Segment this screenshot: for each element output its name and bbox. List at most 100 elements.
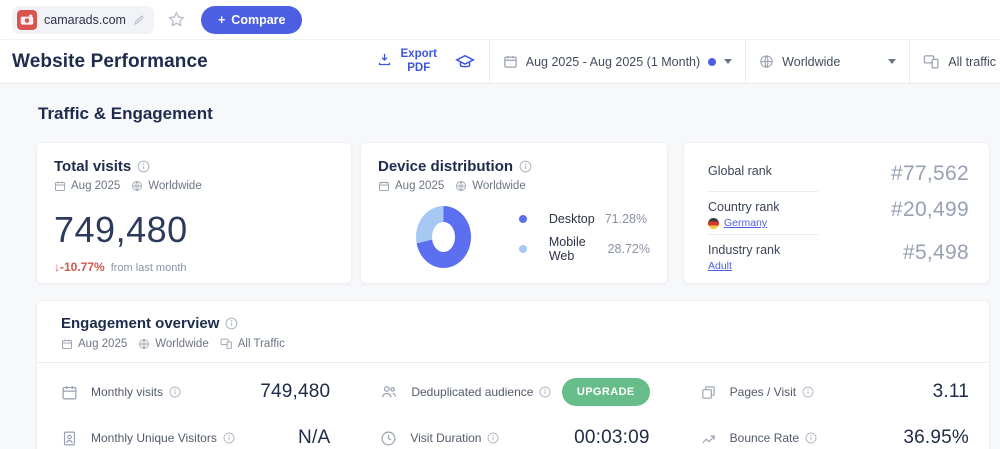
engagement-title: Engagement overview (61, 315, 220, 332)
info-icon[interactable] (539, 386, 551, 398)
info-icon[interactable] (802, 386, 814, 398)
device-legend: Desktop 71.28% Mobile Web 28.72% (518, 211, 650, 263)
country-rank-row: Country rank Germany #20,499 (708, 192, 969, 234)
meta-geo: Worldwide (155, 337, 209, 350)
total-visits-meta: Aug 2025 Worldwide (54, 180, 334, 192)
meta-geo: Worldwide (148, 180, 202, 192)
pages-icon (700, 384, 717, 401)
device-chart-area: Desktop 71.28% Mobile Web 28.72% (378, 206, 650, 268)
compare-button[interactable]: + Compare (200, 5, 303, 34)
change-percent: ↓-10.77% (54, 260, 105, 274)
calendar-icon (54, 180, 66, 192)
meta-traffic: All Traffic (237, 337, 285, 350)
global-rank-label: Global rank (708, 164, 772, 178)
globe-icon (455, 180, 467, 192)
chevron-down-icon (724, 59, 733, 64)
info-icon[interactable] (137, 160, 150, 173)
domain-name: camarads.com (44, 12, 126, 27)
clock-icon (380, 430, 397, 447)
date-range-picker[interactable]: Aug 2025 - Aug 2025 (1 Month) (490, 40, 745, 83)
country-selector[interactable]: Worldwide (746, 40, 909, 83)
total-visits-card: Total visits Aug 2025 Worldwide 749,480 … (36, 142, 352, 284)
site-favicon-icon (17, 9, 37, 30)
metric-label: Deduplicated audience (411, 385, 534, 399)
metric-monthly-unique-visitors: Monthly Unique Visitors N/A (61, 415, 330, 449)
total-visits-value: 749,480 (54, 209, 188, 250)
legend-label: Mobile Web (548, 234, 586, 263)
globe-icon (131, 180, 143, 192)
metric-value: 00:03:09 (574, 427, 650, 448)
bounce-arrow-icon (700, 430, 717, 447)
header-controls: Export PDF Aug 2025 - Aug 2025 (1 Month)… (377, 39, 1000, 84)
country-rank-link[interactable]: Germany (724, 217, 767, 229)
legend-item-desktop: Desktop 71.28% (518, 211, 650, 226)
edit-icon[interactable] (133, 14, 145, 26)
calendar-icon (503, 54, 518, 69)
website-performance-page: camarads.com + Compare Website Performan… (0, 0, 1000, 449)
engagement-meta: Aug 2025 Worldwide All Traffic (61, 337, 969, 350)
metric-monthly-visits: Monthly visits 749,480 (61, 369, 330, 415)
meta-date: Aug 2025 (78, 337, 128, 350)
country-rank-label: Country rank (708, 200, 780, 214)
info-icon[interactable] (487, 432, 499, 444)
device-distribution-card: Device distribution Aug 2025 Worldwide D… (360, 142, 668, 284)
metric-pages-per-visit: Pages / Visit 3.11 (700, 369, 969, 415)
notification-dot (708, 57, 717, 66)
traffic-selector[interactable]: All traffic (910, 40, 1000, 83)
page-header: Website Performance Export PDF Aug 2025 … (0, 39, 1000, 84)
metric-value: 36.95% (903, 427, 969, 448)
overview-cards-row: Total visits Aug 2025 Worldwide 749,480 … (36, 142, 990, 284)
meta-date: Aug 2025 (71, 180, 121, 192)
unique-visitor-icon (61, 430, 78, 447)
globe-icon (138, 338, 150, 350)
info-icon[interactable] (519, 160, 532, 173)
country-label: Worldwide (782, 54, 841, 69)
info-icon[interactable] (805, 432, 817, 444)
germany-flag-icon (708, 217, 719, 229)
rank-card: Global rank #77,562 Country rank Germany… (683, 142, 990, 284)
global-rank-value: #77,562 (890, 162, 969, 185)
metric-value: 749,480 (260, 381, 331, 402)
page-title: Website Performance (12, 50, 208, 72)
calendar-icon (378, 180, 390, 192)
info-icon[interactable] (225, 317, 238, 330)
industry-rank-label: Industry rank (708, 243, 781, 257)
date-range-label: Aug 2025 - Aug 2025 (1 Month) (525, 54, 701, 69)
chevron-down-icon (888, 59, 897, 64)
device-donut (416, 206, 471, 268)
industry-rank-row: Industry rank Adult #5,498 (708, 235, 969, 277)
legend-value: 28.72% (607, 241, 650, 256)
meta-date: Aug 2025 (395, 180, 445, 192)
audience-icon (380, 383, 398, 401)
industry-rank-value: #5,498 (902, 241, 969, 264)
metric-label: Bounce Rate (729, 431, 800, 445)
globe-icon (759, 54, 774, 69)
export-pdf-button[interactable]: Export PDF (377, 48, 441, 74)
favorite-star-icon[interactable] (167, 10, 186, 29)
plus-icon: + (217, 12, 226, 27)
content-area: Traffic & Engagement Total visits Aug 20… (0, 84, 1000, 449)
industry-rank-link[interactable]: Adult (708, 260, 732, 272)
legend-dot (518, 244, 527, 253)
engagement-metrics-grid: Monthly visits 749,480 Deduplicated audi… (37, 363, 989, 449)
topbar: camarads.com + Compare (0, 0, 1000, 40)
info-icon[interactable] (223, 432, 235, 444)
upgrade-button[interactable]: UPGRADE (561, 378, 650, 406)
metric-value: 3.11 (932, 381, 969, 402)
section-title: Traffic & Engagement (38, 104, 213, 123)
metric-label: Monthly visits (91, 385, 164, 399)
legend-label: Desktop (548, 211, 595, 226)
engagement-overview-card: Engagement overview Aug 2025 Worldwide A… (36, 300, 990, 449)
info-icon[interactable] (169, 386, 181, 398)
legend-dot (518, 214, 527, 223)
engagement-header: Engagement overview Aug 2025 Worldwide A… (37, 301, 989, 362)
metric-visit-duration: Visit Duration 00:03:09 (380, 415, 649, 449)
devices-icon (923, 53, 940, 70)
metric-deduplicated-audience: Deduplicated audience UPGRADE (380, 369, 650, 415)
domain-chip[interactable]: camarads.com (12, 5, 154, 34)
legend-value: 71.28% (604, 211, 648, 226)
traffic-label: All traffic (948, 54, 996, 69)
academy-cap-icon[interactable] (454, 52, 475, 72)
country-rank-value: #20,499 (890, 198, 969, 221)
metric-bounce-rate: Bounce Rate 36.95% (700, 415, 969, 449)
